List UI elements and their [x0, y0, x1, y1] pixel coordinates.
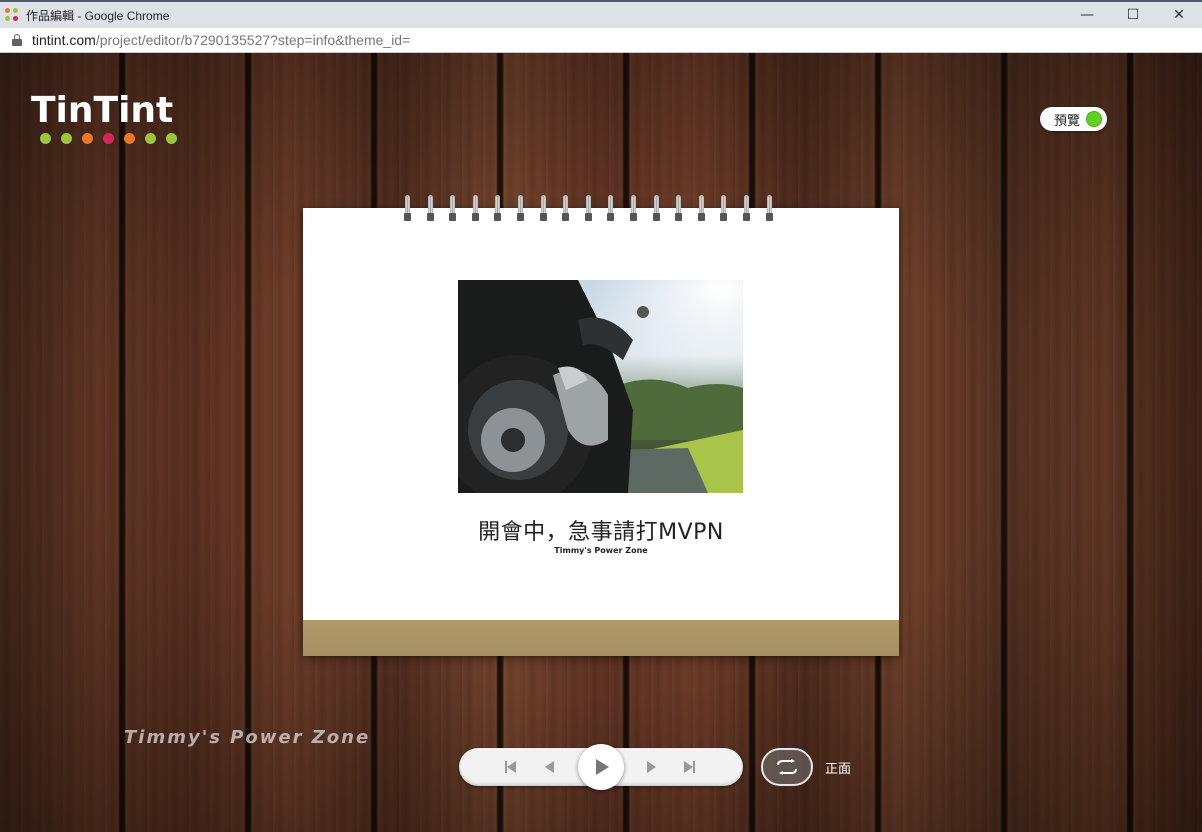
spiral-ring: [628, 195, 639, 229]
logo-dot: [124, 133, 135, 144]
spiral-ring: [605, 195, 616, 229]
logo-dot: [40, 133, 51, 144]
calendar-subtitle[interactable]: Timmy's Power Zone: [303, 546, 899, 555]
editor-viewport: TinTint 預覽 開會中，急事請打MVPN Timmy's Power Zo…: [0, 53, 1202, 832]
desk-calendar-page[interactable]: 開會中，急事請打MVPN Timmy's Power Zone: [303, 195, 899, 656]
spiral-ring: [515, 195, 526, 229]
logo-text: TinTint: [31, 90, 174, 131]
spiral-ring: [402, 195, 413, 229]
url-path: /project/editor/b7290135527?step=info&th…: [95, 32, 411, 48]
spiral-ring: [673, 195, 684, 229]
preview-label: 預覽: [1054, 113, 1081, 129]
play-icon[interactable]: [578, 744, 624, 790]
chrome-app-icon: [4, 7, 20, 23]
logo-dot: [103, 133, 114, 144]
next-page-icon[interactable]: [647, 759, 656, 775]
flip-button[interactable]: [761, 748, 813, 786]
spiral-ring: [560, 195, 571, 229]
url-text[interactable]: tintint.com/project/editor/b7290135527?s…: [32, 32, 410, 48]
url-host: tintint.com: [32, 32, 96, 48]
logo-dots: [40, 133, 177, 144]
motorcycle-photo-image: [458, 280, 743, 493]
spiral-ring: [447, 195, 458, 229]
spiral-ring: [425, 195, 436, 229]
page-player-controls: [459, 744, 743, 790]
browser-titlebar: 作品編輯 - Google Chrome — ☐ ✕: [0, 0, 1202, 28]
close-icon[interactable]: ✕: [1156, 2, 1202, 28]
logo-dot: [61, 133, 72, 144]
lock-icon: [12, 34, 22, 46]
address-bar[interactable]: tintint.com/project/editor/b7290135527?s…: [0, 28, 1202, 53]
spiral-ring: [764, 195, 775, 229]
last-page-icon[interactable]: [684, 759, 695, 775]
logo-dot: [166, 133, 177, 144]
tintint-logo[interactable]: TinTint: [31, 93, 177, 144]
spiral-ring: [538, 195, 549, 229]
watermark-text: Timmy's Power Zone: [124, 727, 371, 748]
logo-dot: [82, 133, 93, 144]
calendar-title[interactable]: 開會中，急事請打MVPN: [303, 514, 899, 546]
prev-page-icon[interactable]: [545, 759, 554, 775]
preview-toggle[interactable]: 預覽: [1040, 107, 1107, 131]
spiral-ring: [651, 195, 662, 229]
first-page-icon[interactable]: [505, 759, 516, 775]
spiral-ring: [583, 195, 594, 229]
calendar-photo[interactable]: [458, 280, 743, 493]
spiral-ring: [470, 195, 481, 229]
logo-dot: [145, 133, 156, 144]
minimize-icon[interactable]: —: [1064, 2, 1110, 28]
calendar-base: [303, 620, 899, 656]
spiral-ring: [492, 195, 503, 229]
spiral-ring: [741, 195, 752, 229]
spiral-binding: [402, 195, 802, 229]
maximize-icon[interactable]: ☐: [1110, 2, 1156, 28]
toggle-knob-icon: [1086, 111, 1103, 127]
spiral-ring: [718, 195, 729, 229]
window-title: 作品編輯 - Google Chrome: [26, 8, 170, 23]
flip-icon: [777, 759, 797, 775]
flip-side-label: 正面: [825, 762, 852, 777]
spiral-ring: [696, 195, 707, 229]
window-controls: — ☐ ✕: [1064, 2, 1202, 28]
